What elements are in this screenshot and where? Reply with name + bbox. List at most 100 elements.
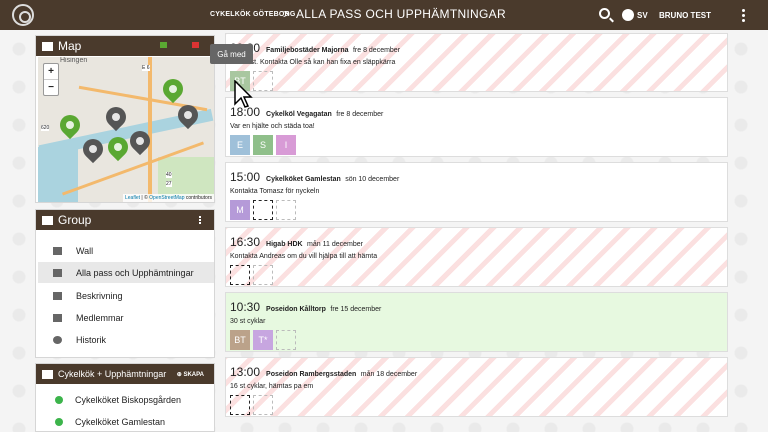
event-card[interactable]: 13:00 Poseidon Rambergsstaden mån 18 dece… bbox=[225, 357, 728, 417]
event-card[interactable]: 10:30 Poseidon Kålltorp fre 15 december 3… bbox=[225, 292, 728, 352]
user-menu[interactable]: BRUNO TEST bbox=[659, 11, 711, 20]
filter-green-icon[interactable] bbox=[160, 42, 167, 48]
top-navigation-bar: CYKELKÖK GÖTEBORG > ALLA PASS OCH UPPHÄM… bbox=[0, 0, 768, 30]
status-dot-icon bbox=[55, 418, 63, 426]
location-pin-icon[interactable] bbox=[158, 74, 188, 104]
event-place[interactable]: Cykelköket Gamlestan bbox=[266, 176, 341, 183]
search-icon[interactable] bbox=[599, 8, 610, 19]
group-panel-title: Group bbox=[58, 213, 92, 227]
page-title: ALLA PASS OCH UPPHÄMTNINGAR bbox=[296, 7, 506, 21]
megaphone-icon bbox=[53, 246, 62, 255]
leaflet-link[interactable]: Leaflet bbox=[125, 195, 140, 201]
event-place[interactable]: Familjebostäder Majorna bbox=[266, 47, 348, 54]
road-label: 620 bbox=[41, 125, 50, 131]
map-attribution: Leaflet | © OpenStreetMap contributors bbox=[123, 194, 214, 202]
event-description: Kontakta Tomasz för nyckeln bbox=[230, 188, 320, 195]
list-item[interactable]: Cykelköket Biskopsgården bbox=[38, 390, 214, 410]
language-selector[interactable]: SV bbox=[637, 11, 648, 20]
event-date: mån 18 december bbox=[360, 371, 418, 378]
kitchens-panel: Cykelkök + Upphämtningar ⊕ SKAPA Cykelkö… bbox=[35, 363, 215, 432]
group-menu-icon[interactable] bbox=[199, 216, 202, 225]
event-place[interactable]: Cykelköl Vegagatan bbox=[266, 111, 332, 118]
participant-avatar[interactable]: I bbox=[276, 135, 296, 155]
event-card[interactable]: 18:00 Cykelköl Vegagatan fre 8 december V… bbox=[225, 97, 728, 157]
participant-avatar[interactable]: E bbox=[230, 135, 250, 155]
empty-slot[interactable] bbox=[253, 265, 273, 285]
event-date: mån 11 december bbox=[307, 241, 363, 248]
event-time: 13:00 bbox=[230, 365, 261, 379]
event-time: 15:00 bbox=[230, 170, 261, 184]
participant-avatar[interactable]: S bbox=[253, 135, 273, 155]
sidebar-item-members[interactable]: Medlemmar bbox=[38, 307, 214, 328]
empty-slot[interactable] bbox=[253, 395, 273, 415]
event-time: 10:30 bbox=[230, 300, 261, 314]
event-slots bbox=[230, 265, 723, 285]
sidebar-item-history[interactable]: Historik bbox=[38, 329, 214, 350]
globe-icon[interactable] bbox=[622, 9, 634, 21]
create-button[interactable]: ⊕ SKAPA bbox=[177, 371, 204, 378]
event-slots: BT bbox=[230, 71, 723, 91]
event-date: fre 8 december bbox=[336, 111, 384, 118]
id-card-icon bbox=[53, 291, 62, 300]
road-label: E 6 bbox=[142, 65, 150, 71]
empty-slot[interactable] bbox=[276, 200, 296, 220]
logo-icon[interactable] bbox=[12, 4, 34, 26]
event-description: 30 st cyklar bbox=[230, 318, 266, 325]
zoom-out-button[interactable]: − bbox=[44, 80, 58, 95]
home-icon bbox=[42, 215, 53, 225]
map-canvas[interactable]: Hisingen E 6 620 40 27 + − Leaflet | © O… bbox=[38, 57, 214, 202]
event-slots: E S I bbox=[230, 135, 723, 155]
more-menu-icon[interactable] bbox=[742, 9, 746, 22]
map-panel-header: Map bbox=[36, 36, 214, 56]
join-tooltip: Gå med bbox=[210, 44, 253, 64]
sidebar-item-all-shifts[interactable]: Alla pass och Upphämtningar bbox=[38, 262, 214, 283]
event-date: fre 8 december bbox=[352, 47, 401, 54]
empty-slot[interactable] bbox=[230, 265, 250, 285]
sidebar-item-description[interactable]: Beskrivning bbox=[38, 285, 214, 306]
event-time: 16:30 bbox=[230, 235, 261, 249]
participant-avatar[interactable]: M bbox=[230, 200, 250, 220]
list-item[interactable]: Cykelköket Gamlestan bbox=[38, 412, 214, 432]
event-description: 16 st cyklar, hämtas pa em bbox=[230, 383, 314, 390]
osm-link[interactable]: OpenStreetMap bbox=[149, 195, 184, 201]
zoom-control: + − bbox=[43, 63, 59, 96]
road-shape bbox=[148, 57, 152, 202]
event-description: Ca 50 st. Kontakta Olle så kan han fixa … bbox=[230, 59, 396, 66]
event-place[interactable]: Poseidon Kålltorp bbox=[266, 306, 326, 313]
group-panel: Group Wall Alla pass och Upphämtningar B… bbox=[35, 209, 215, 358]
group-panel-header: Group bbox=[36, 210, 214, 230]
zoom-in-button[interactable]: + bbox=[44, 64, 58, 80]
event-card[interactable]: 15:00 Cykelköket Gamlestan sön 10 decembe… bbox=[225, 162, 728, 222]
empty-slot[interactable] bbox=[253, 71, 273, 91]
event-description: Kontakta Andreas om du vill hjälpa till … bbox=[230, 253, 378, 260]
participant-avatar[interactable]: BT bbox=[230, 330, 250, 350]
event-card[interactable]: 09:30Familjebostäder Majorna fre 8 decem… bbox=[225, 33, 728, 92]
event-slots: M bbox=[230, 200, 723, 220]
tools-icon bbox=[53, 268, 62, 277]
event-card[interactable]: 16:30 Higab HDK mån 11 december Kontakta … bbox=[225, 227, 728, 287]
breadcrumb-separator: > bbox=[283, 7, 291, 21]
bicycle-icon bbox=[42, 369, 53, 379]
kitchens-panel-header: Cykelkök + Upphämtningar ⊕ SKAPA bbox=[36, 364, 214, 384]
road-label: 40 bbox=[166, 172, 172, 178]
status-dot-icon bbox=[55, 396, 63, 404]
empty-slot[interactable] bbox=[253, 200, 273, 220]
empty-slot[interactable] bbox=[276, 330, 296, 350]
filter-red-icon[interactable] bbox=[192, 42, 199, 48]
map-panel: Map Hisingen E 6 620 40 27 + − Leaflet |… bbox=[35, 35, 215, 203]
sidebar-item-wall[interactable]: Wall bbox=[38, 240, 214, 261]
event-date: fre 15 december bbox=[330, 306, 382, 313]
map-panel-title: Map bbox=[58, 39, 82, 53]
map-place-label: Hisingen bbox=[60, 57, 88, 64]
event-description: Var en hjälte och städa toa! bbox=[230, 123, 315, 130]
empty-slot[interactable] bbox=[230, 395, 250, 415]
event-place[interactable]: Higab HDK bbox=[266, 241, 303, 248]
event-place[interactable]: Poseidon Rambergsstaden bbox=[266, 371, 356, 378]
event-date: sön 10 december bbox=[345, 176, 400, 183]
kitchens-panel-title: Cykelkök + Upphämtningar bbox=[58, 369, 167, 379]
location-pin-icon[interactable] bbox=[55, 110, 85, 140]
road-label: 27 bbox=[166, 181, 172, 187]
mouse-pointer-icon bbox=[234, 80, 253, 108]
clock-icon bbox=[53, 335, 62, 344]
participant-avatar[interactable]: T* bbox=[253, 330, 273, 350]
